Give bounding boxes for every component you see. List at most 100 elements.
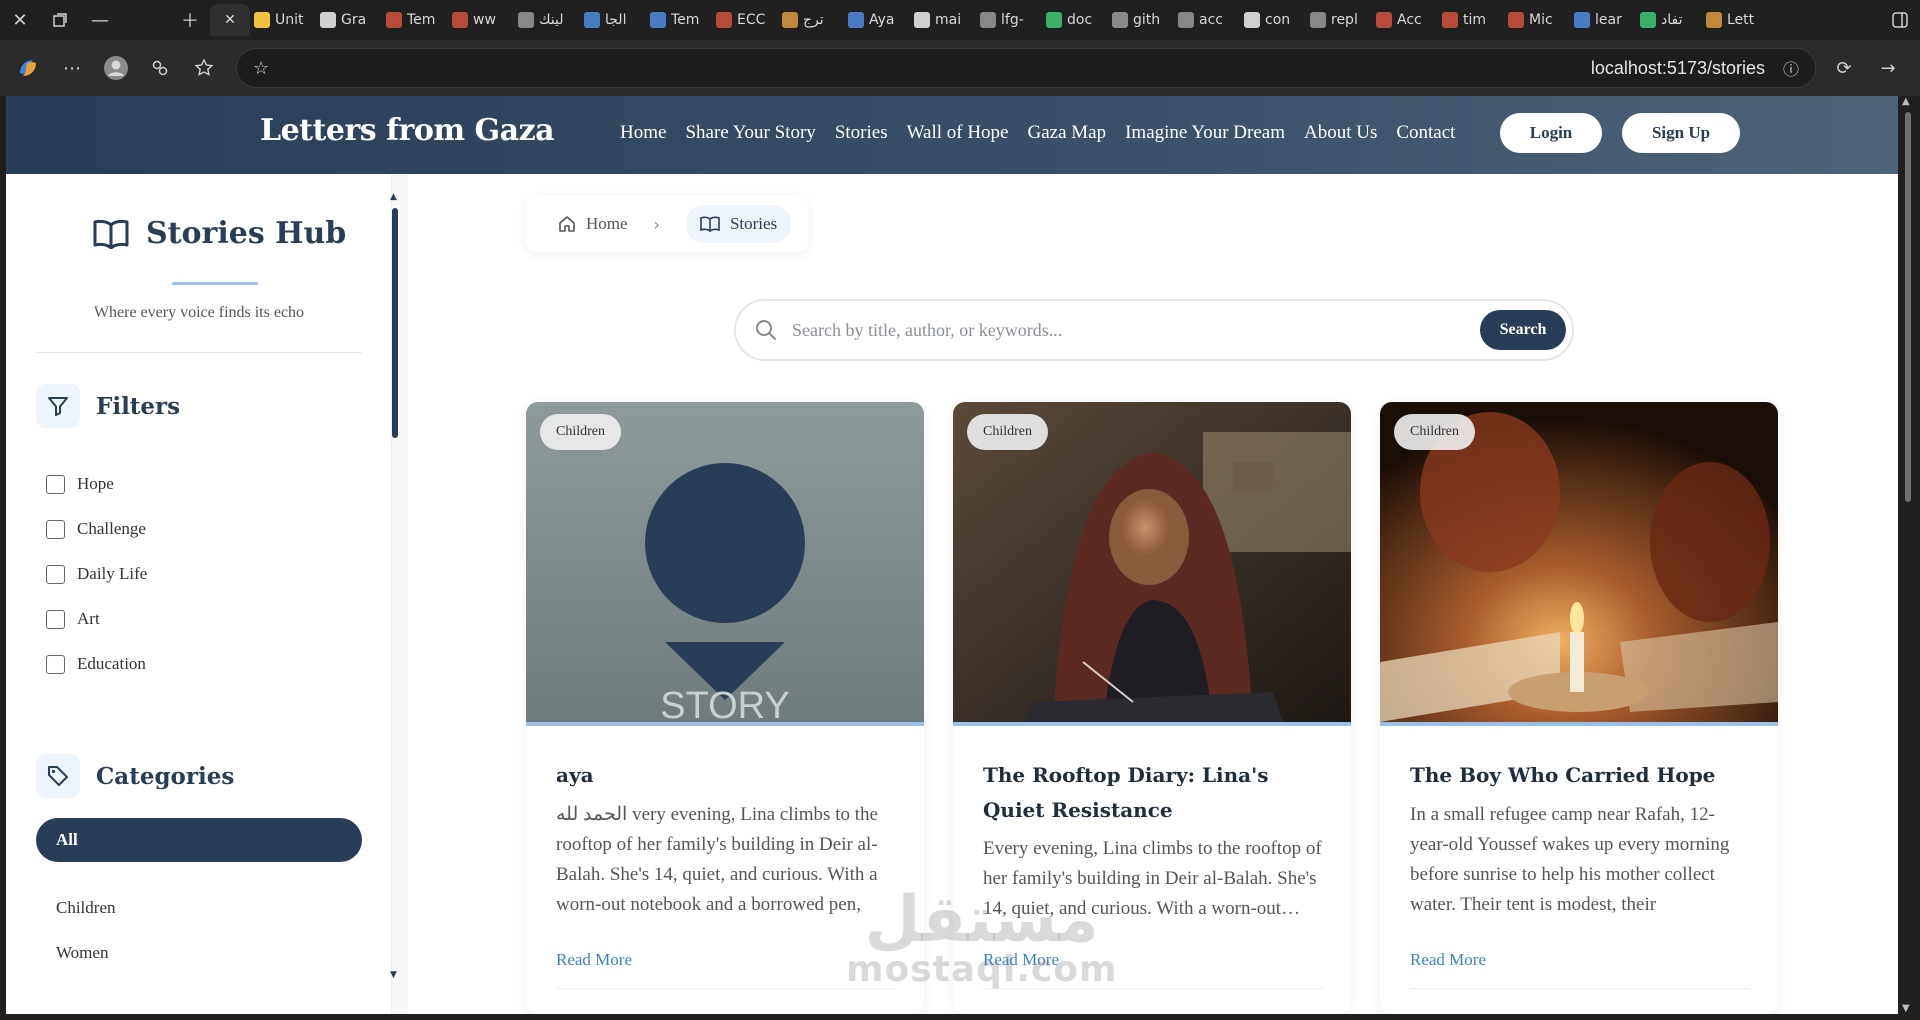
filter-checkbox[interactable]	[46, 654, 65, 674]
tab-label: Gra	[341, 12, 367, 28]
read-more-link[interactable]: Read More	[556, 950, 632, 970]
nav-link-stories[interactable]: Stories	[835, 122, 888, 144]
browser-tab[interactable]: ترج	[778, 4, 844, 36]
tab-favicon-icon	[716, 12, 732, 28]
filter-label: Daily Life	[77, 564, 148, 583]
browser-tab[interactable]: tim	[1438, 4, 1504, 36]
add-favorite-star-icon[interactable]: ☆	[253, 58, 269, 79]
search-bar: Search	[734, 299, 1574, 361]
browser-tab[interactable]: doc	[1042, 4, 1108, 36]
category-badge: Children	[967, 414, 1048, 450]
page-scrollbar-thumb[interactable]	[1905, 112, 1911, 502]
tab-actions-icon[interactable]	[40, 0, 80, 40]
tab-label: ww	[473, 12, 496, 28]
browser-tab[interactable]: acc	[1174, 4, 1240, 36]
browser-tab[interactable]: Lett	[1702, 4, 1768, 36]
minimize-icon[interactable]: —	[80, 0, 120, 40]
login-button[interactable]: Login	[1500, 113, 1602, 153]
browser-tab[interactable]: gith	[1108, 4, 1174, 36]
site-info-icon[interactable]: ⓘ	[1783, 56, 1799, 80]
browser-tab[interactable]: lear	[1570, 4, 1636, 36]
filter-education[interactable]: Education	[46, 654, 146, 674]
story-title[interactable]: The Rooftop Diary: Lina's Quiet Resistan…	[983, 758, 1323, 828]
nav-link-about-us[interactable]: About Us	[1304, 122, 1377, 144]
url-field[interactable]: ☆ localhost:5173/stories ⓘ	[236, 48, 1816, 88]
workspaces-icon[interactable]	[138, 46, 182, 90]
search-button[interactable]: Search	[1480, 310, 1566, 350]
nav-link-contact[interactable]: Contact	[1396, 122, 1455, 144]
category-all[interactable]: All	[36, 818, 362, 862]
browser-tab[interactable]: repl	[1306, 4, 1372, 36]
browser-tab[interactable]: Tem	[646, 4, 712, 36]
open-book-icon	[93, 219, 129, 249]
breadcrumb-home[interactable]: Home	[558, 214, 628, 234]
filter-checkbox[interactable]	[46, 474, 65, 494]
page-scrollbar[interactable]: ▲ ▼	[1900, 96, 1916, 1014]
nav-link-imagine-your-dream[interactable]: Imagine Your Dream	[1125, 122, 1285, 144]
category-women[interactable]: Women	[56, 943, 108, 963]
tab-favicon-icon	[1112, 12, 1128, 28]
filter-checkbox[interactable]	[46, 609, 65, 629]
copilot-icon[interactable]	[6, 46, 50, 90]
tab-favicon-icon	[1310, 12, 1326, 28]
close-window-icon[interactable]: ✕	[0, 0, 40, 40]
tab-label: con	[1265, 12, 1291, 28]
browser-tab[interactable]: Mic	[1504, 4, 1570, 36]
search-input[interactable]	[792, 319, 1452, 341]
stories-sidebar: Stories Hub Where every voice finds its …	[6, 174, 392, 1014]
browser-tab[interactable]: lfg-	[976, 4, 1042, 36]
nav-link-gaza-map[interactable]: Gaza Map	[1027, 122, 1106, 144]
browser-tab[interactable]: Gra	[316, 4, 382, 36]
nav-link-wall-of-hope[interactable]: Wall of Hope	[907, 122, 1009, 144]
favorites-icon[interactable]	[182, 46, 226, 90]
more-options-icon[interactable]: ⋯	[50, 46, 94, 90]
browser-tab[interactable]: Tem	[382, 4, 448, 36]
browser-tab[interactable]: mai	[910, 4, 976, 36]
filter-hope[interactable]: Hope	[46, 474, 114, 494]
signup-button[interactable]: Sign Up	[1622, 113, 1740, 153]
sidebar-scrollbar[interactable]: ▲ ▼	[390, 192, 400, 982]
sidebar-scrollbar-thumb[interactable]	[392, 208, 398, 438]
browser-tab[interactable]: Unit	[250, 4, 316, 36]
browser-tab[interactable]: Acc	[1372, 4, 1438, 36]
tab-label: تفاد	[1661, 12, 1683, 28]
read-more-link[interactable]: Read More	[1410, 950, 1486, 970]
story-image-candlelight	[1380, 402, 1778, 722]
filter-checkbox[interactable]	[46, 564, 65, 584]
tab-favicon-icon	[584, 12, 600, 28]
active-tab-close-icon[interactable]: ✕	[210, 4, 250, 36]
profile-avatar-icon[interactable]	[94, 46, 138, 90]
nav-link-share-your-story[interactable]: Share Your Story	[685, 122, 815, 144]
browser-tab[interactable]: ECC	[712, 4, 778, 36]
site-brand[interactable]: Letters from Gaza	[260, 113, 555, 148]
category-children[interactable]: Children	[56, 898, 116, 918]
story-title[interactable]: aya	[556, 758, 896, 793]
story-title[interactable]: The Boy Who Carried Hope	[1410, 758, 1750, 793]
browser-tab-bar: ✕ — ＋ ✕ Unit Gra Tem ww لينك الجا Tem ECC ترج Aya…	[0, 0, 1920, 40]
story-excerpt: الحمد لله very evening, Lina climbs to t…	[556, 804, 878, 915]
tab-favicon-icon	[914, 12, 930, 28]
nav-link-home[interactable]: Home	[620, 122, 666, 144]
tab-label: Tem	[407, 12, 436, 28]
filter-daily-life[interactable]: Daily Life	[46, 564, 147, 584]
browser-tab[interactable]: con	[1240, 4, 1306, 36]
tab-favicon-icon	[254, 12, 270, 28]
browser-tab[interactable]: ww	[448, 4, 514, 36]
tab-label: lear	[1595, 12, 1622, 28]
story-card[interactable]: Children The Boy Who Carried Hope In a s…	[1380, 402, 1778, 1014]
browser-tab[interactable]: Aya	[844, 4, 910, 36]
story-excerpt: In a small refugee camp near Rafah, 12-y…	[1410, 804, 1730, 915]
browser-tab[interactable]: الجا	[580, 4, 646, 36]
tab-favicon-icon	[1244, 12, 1260, 28]
new-tab-icon[interactable]: ＋	[170, 0, 210, 40]
forward-icon[interactable]: →	[1866, 46, 1910, 90]
sidebar-toggle-icon[interactable]	[1880, 0, 1920, 40]
filter-art[interactable]: Art	[46, 609, 100, 629]
browser-tab[interactable]: تفاد	[1636, 4, 1702, 36]
tab-favicon-icon	[386, 12, 402, 28]
browser-tab[interactable]: لينك	[514, 4, 580, 36]
refresh-icon[interactable]: ⟳	[1822, 46, 1866, 90]
filter-challenge[interactable]: Challenge	[46, 519, 146, 539]
category-badge: Children	[1394, 414, 1475, 450]
filter-checkbox[interactable]	[46, 519, 65, 539]
